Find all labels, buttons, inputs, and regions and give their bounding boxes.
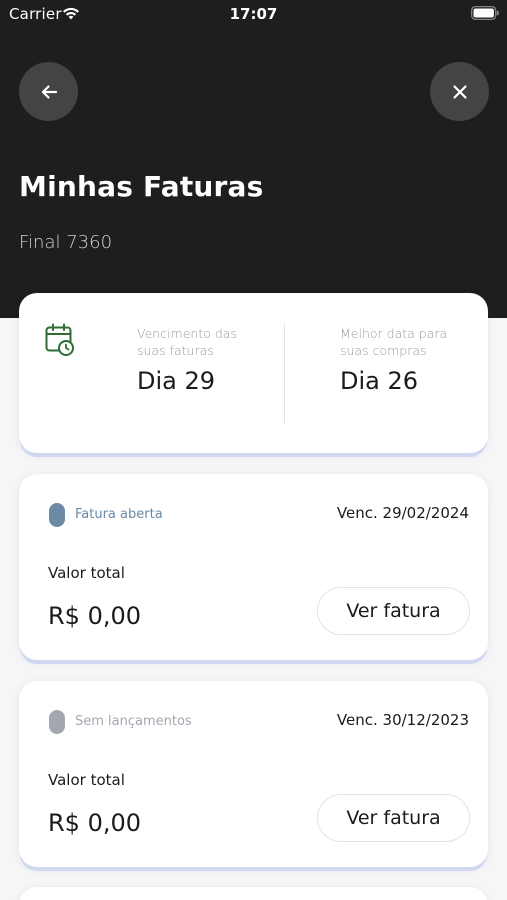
card-final-number: Final 7360 [19,232,113,253]
best-date-column: Melhor data para suas compras Dia 26 [340,325,460,395]
status-indicator [49,503,65,527]
view-invoice-button[interactable]: Ver fatura [317,794,470,842]
clock: 17:07 [229,5,278,23]
close-button[interactable] [430,62,489,121]
view-invoice-button[interactable]: Ver fatura [317,587,470,635]
close-icon [452,84,467,99]
back-button[interactable] [19,62,78,121]
battery-icon [471,6,499,20]
status-indicator [49,710,65,734]
total-value: R$ 0,00 [48,602,142,630]
screen: Carrier 17:07 Minhas Faturas Final 7360 … [0,0,507,900]
due-date: Venc. 29/02/2024 [336,504,469,522]
invoice-card: Sem lançamentos Venc. 30/12/2023 Valor t… [19,681,488,867]
invoice-card-partial [19,887,488,900]
total-label: Valor total [48,564,125,582]
due-date-label: Vencimento das suas faturas [137,326,237,358]
total-label: Valor total [48,771,125,789]
best-date-label: Melhor data para suas compras [340,326,448,358]
total-value: R$ 0,00 [48,809,142,837]
status-bar: Carrier 17:07 [0,0,507,30]
status-label: Fatura aberta [75,507,163,522]
arrow-left-icon [41,84,57,99]
invoice-card: Fatura aberta Venc. 29/02/2024 Valor tot… [19,474,488,660]
due-date-value: Dia 29 [137,367,216,395]
billing-summary-card: Vencimento das suas faturas Dia 29 Melho… [19,293,488,453]
calendar-clock-icon [45,323,74,356]
best-date-value: Dia 26 [340,367,419,395]
header: Carrier 17:07 Minhas Faturas Final 7360 [0,0,507,318]
due-date: Venc. 30/12/2023 [336,711,469,729]
divider [284,323,285,423]
page-title: Minhas Faturas [19,170,264,203]
status-label: Sem lançamentos [75,714,192,729]
due-date-column: Vencimento das suas faturas Dia 29 [137,325,257,395]
